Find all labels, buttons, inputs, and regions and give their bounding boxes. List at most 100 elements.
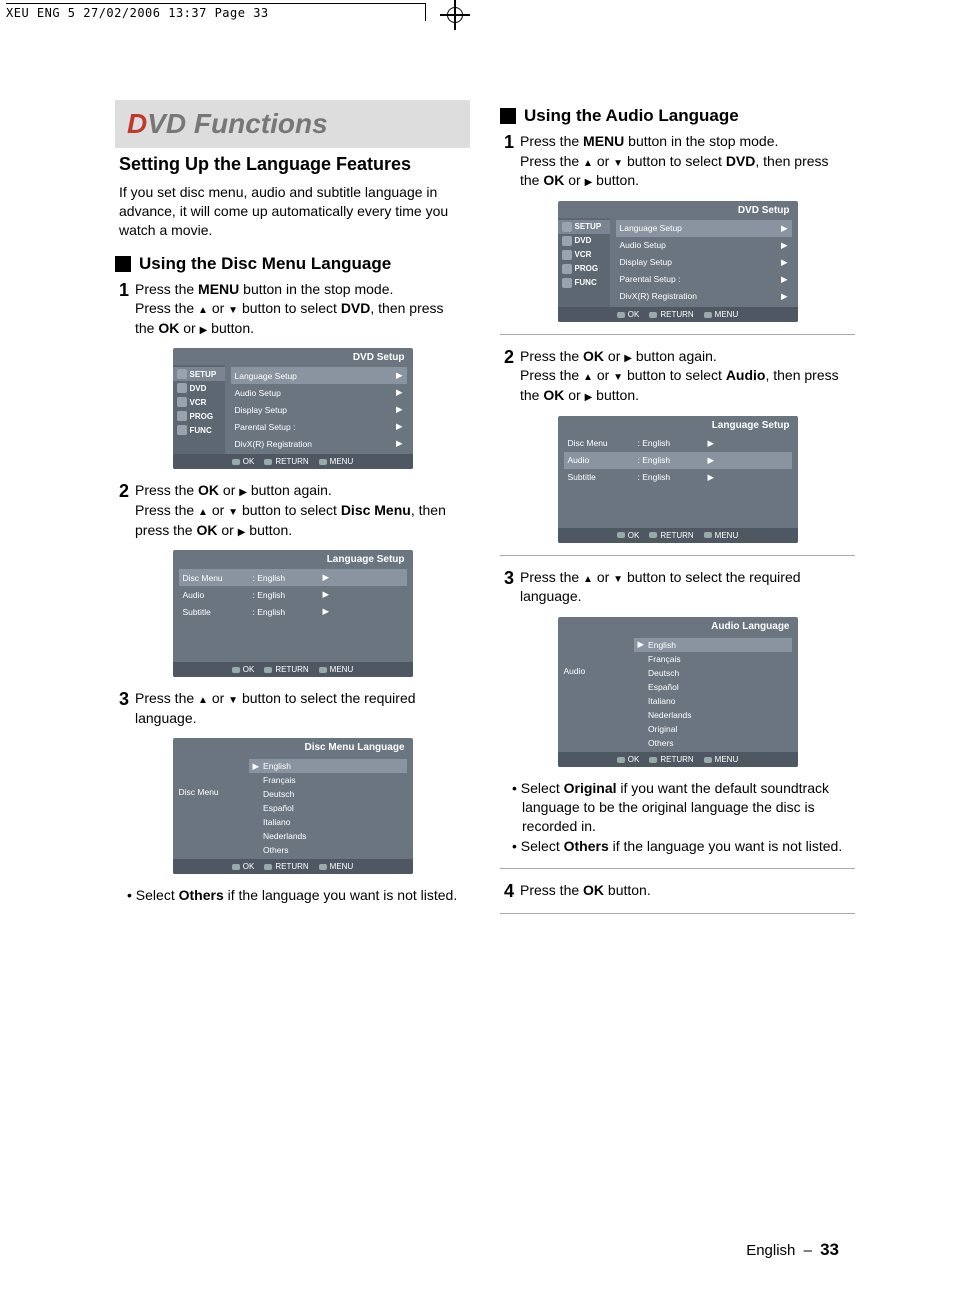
- step-3: 3 Press the or button to select the requ…: [119, 689, 466, 728]
- osd-sidebar: SETUP DVD VCR PROG FUNC: [173, 365, 225, 454]
- up-triangle-icon: [198, 502, 208, 518]
- registration-mark-icon: [440, 0, 470, 30]
- osd-audio-language: Audio Language Audio ▶English ▶Français …: [558, 617, 798, 767]
- divider: [500, 334, 855, 335]
- osd-row: DivX(R) Registration▶: [616, 288, 792, 305]
- lang-option: ▶Original: [634, 722, 792, 736]
- osd-row: Parental Setup :▶: [231, 418, 407, 435]
- osd-left-label: Disc Menu: [179, 759, 249, 857]
- osd-row: Audio: English▶: [179, 586, 407, 603]
- osd-title: Audio Language: [558, 617, 798, 634]
- osd-row: Disc Menu: English▶: [179, 569, 407, 586]
- osd-row: Language Setup▶: [616, 220, 792, 237]
- osd-footer: OKRETURNMENU: [558, 752, 798, 767]
- osd-title: Disc Menu Language: [173, 738, 413, 755]
- down-triangle-icon: [228, 690, 238, 706]
- square-bullet-icon: [500, 108, 516, 124]
- lang-option: ▶English: [249, 759, 407, 773]
- title-rest: VD Functions: [147, 108, 327, 139]
- osd-disc-menu-language: Disc Menu Language Disc Menu ▶English ▶F…: [173, 738, 413, 874]
- lang-option: ▶Others: [249, 843, 407, 857]
- prog-icon: [177, 411, 187, 421]
- lang-option: ▶Español: [634, 680, 792, 694]
- step-3: 3 Press the or button to select the requ…: [504, 568, 851, 607]
- osd-dvd-setup: DVD Setup SETUP DVD VCR PROG FUNC Langua…: [558, 201, 798, 322]
- osd-row: Disc Menu: English▶: [564, 435, 792, 452]
- section-title: Using the Audio Language: [524, 106, 739, 126]
- disc-icon: [562, 236, 572, 246]
- osd-title: DVD Setup: [558, 201, 798, 218]
- osd-row: Audio Setup▶: [231, 384, 407, 401]
- osd-footer: OKRETURNMENU: [173, 454, 413, 469]
- step-1: 1 Press the MENU button in the stop mode…: [504, 132, 851, 191]
- osd-left-label: Audio: [564, 638, 634, 750]
- step-2: 2 Press the OK or button again. Press th…: [504, 347, 851, 406]
- osd-title: Language Setup: [558, 416, 798, 433]
- step-2: 2 Press the OK or button again. Press th…: [119, 481, 466, 540]
- crop-rule: [6, 3, 426, 4]
- osd-language-setup: Language Setup Disc Menu: English▶ Audio…: [173, 550, 413, 677]
- section-heading: Using the Audio Language: [500, 106, 855, 126]
- title-letter: D: [127, 108, 147, 139]
- page-footer: English – 33: [746, 1240, 839, 1260]
- func-icon: [177, 425, 187, 435]
- vcr-icon: [177, 397, 187, 407]
- up-triangle-icon: [583, 569, 593, 585]
- osd-row: Parental Setup :▶: [616, 271, 792, 288]
- lang-option: ▶Italiano: [249, 815, 407, 829]
- square-bullet-icon: [115, 256, 131, 272]
- divider: [500, 868, 855, 869]
- crop-header: XEU ENG 5 27/02/2006 13:37 Page 33: [6, 6, 269, 20]
- osd-footer: OKRETURNMENU: [173, 859, 413, 874]
- osd-row: DivX(R) Registration▶: [231, 435, 407, 452]
- disc-icon: [177, 383, 187, 393]
- prog-icon: [562, 264, 572, 274]
- osd-footer: OKRETURNMENU: [558, 528, 798, 543]
- lang-option: ▶Nederlands: [634, 708, 792, 722]
- osd-row: Language Setup▶: [231, 367, 407, 384]
- lang-option: ▶English: [634, 638, 792, 652]
- osd-footer: OKRETURNMENU: [173, 662, 413, 677]
- osd-title: Language Setup: [173, 550, 413, 567]
- divider: [500, 555, 855, 556]
- right-triangle-icon: [239, 482, 247, 498]
- down-triangle-icon: [613, 153, 623, 169]
- osd-row: Display Setup▶: [616, 254, 792, 271]
- divider: [500, 913, 855, 914]
- note: Select Others if the language you want i…: [137, 886, 466, 905]
- osd-row: Audio Setup▶: [616, 237, 792, 254]
- down-triangle-icon: [613, 569, 623, 585]
- subheading: Setting Up the Language Features: [119, 154, 470, 175]
- down-triangle-icon: [228, 300, 238, 316]
- intro-text: If you set disc menu, audio and subtitle…: [119, 183, 466, 240]
- down-triangle-icon: [228, 502, 238, 518]
- osd-dvd-setup: DVD Setup SETUP DVD VCR PROG FUNC Langua…: [173, 348, 413, 469]
- lang-option: ▶Español: [249, 801, 407, 815]
- func-icon: [562, 278, 572, 288]
- lang-option: ▶Others: [634, 736, 792, 750]
- up-triangle-icon: [198, 300, 208, 316]
- down-triangle-icon: [613, 367, 623, 383]
- osd-sidebar: SETUP DVD VCR PROG FUNC: [558, 218, 610, 307]
- osd-row: Audio: English▶: [564, 452, 792, 469]
- step-1: 1 Press the MENU button in the stop mode…: [119, 280, 466, 339]
- section-title: Using the Disc Menu Language: [139, 254, 391, 274]
- lang-option: ▶Deutsch: [249, 787, 407, 801]
- lang-option: ▶Français: [249, 773, 407, 787]
- gear-icon: [562, 222, 572, 232]
- osd-language-setup: Language Setup Disc Menu: English▶ Audio…: [558, 416, 798, 543]
- osd-row: Subtitle: English▶: [179, 603, 407, 620]
- up-triangle-icon: [583, 153, 593, 169]
- section-heading: Using the Disc Menu Language: [115, 254, 470, 274]
- osd-row: Subtitle: English▶: [564, 469, 792, 486]
- step-4: 4 Press the OK button.: [504, 881, 851, 901]
- up-triangle-icon: [198, 690, 208, 706]
- osd-title: DVD Setup: [173, 348, 413, 365]
- vcr-icon: [562, 250, 572, 260]
- note: Select Original if you want the default …: [522, 779, 851, 836]
- osd-footer: OKRETURNMENU: [558, 307, 798, 322]
- lang-option: ▶Italiano: [634, 694, 792, 708]
- page-title: DVD Functions: [115, 100, 470, 148]
- note: Select Others if the language you want i…: [522, 837, 851, 856]
- osd-row: Display Setup▶: [231, 401, 407, 418]
